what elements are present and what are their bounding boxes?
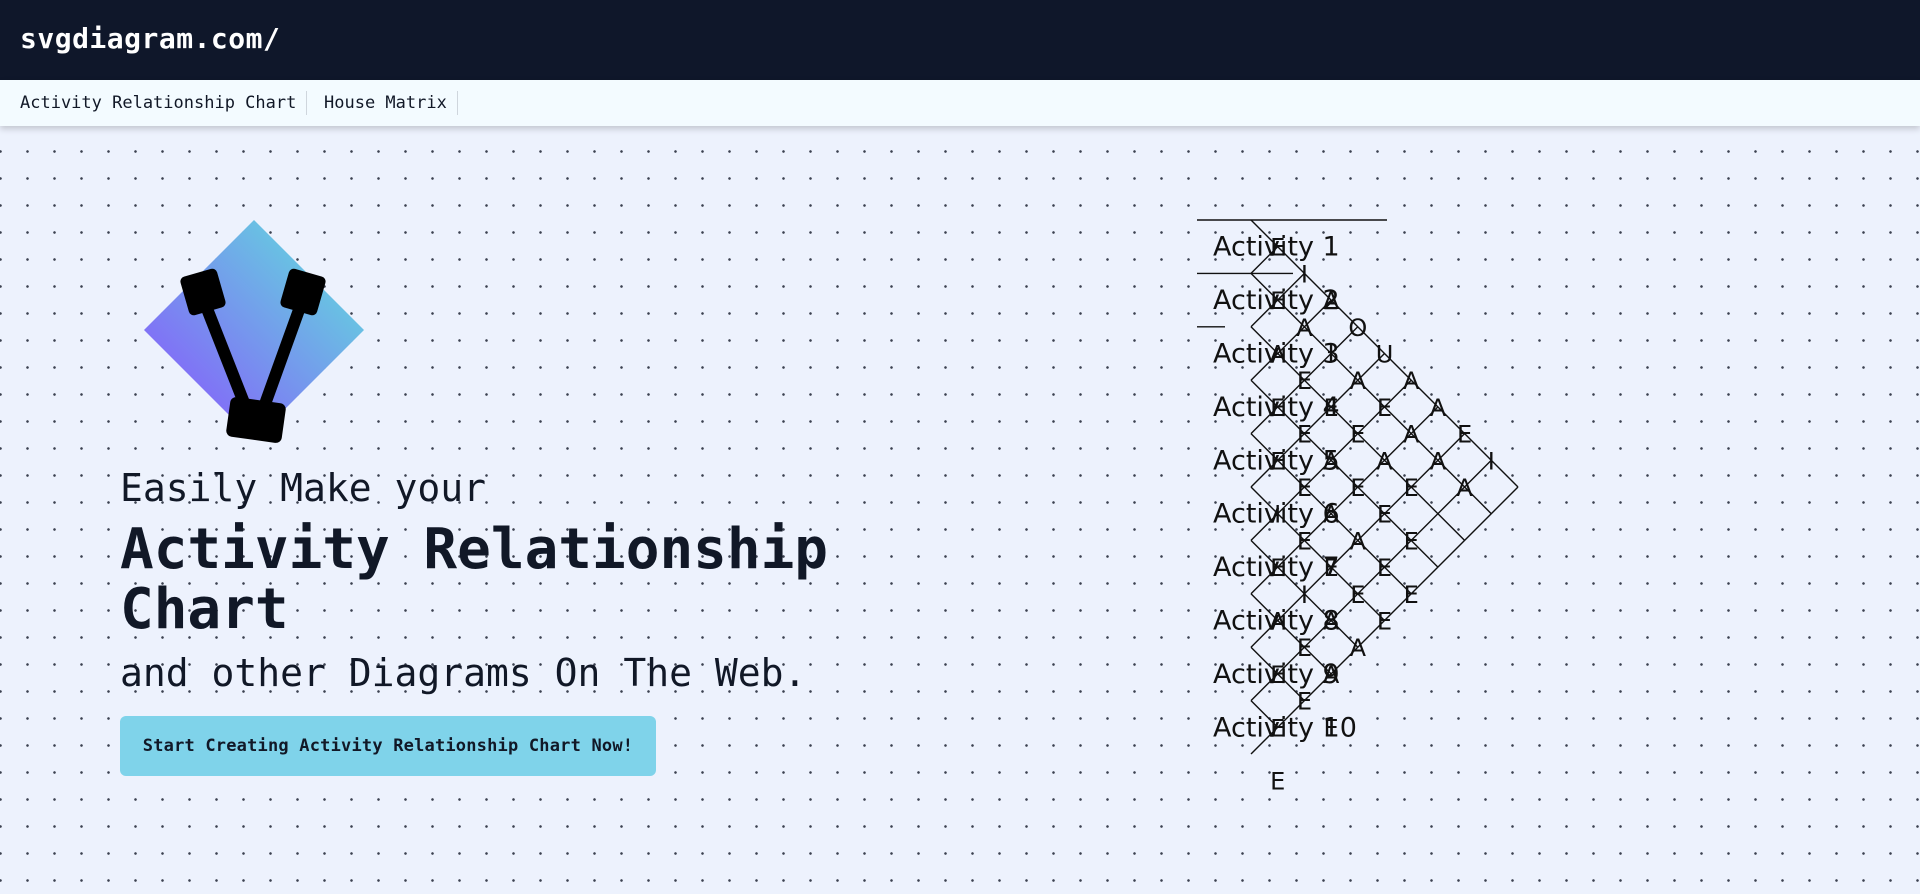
relationship-code: A <box>1403 421 1420 449</box>
relationship-code: E <box>1270 768 1285 796</box>
relationship-code: E <box>1324 554 1339 582</box>
relationship-code: E <box>1297 474 1312 502</box>
relationship-code: I <box>1328 341 1335 369</box>
relationship-code: I <box>1274 501 1281 529</box>
relationship-code: E <box>1270 554 1285 582</box>
relationship-code: A <box>1403 367 1420 395</box>
relationship-code: A <box>1430 447 1447 475</box>
relationship-code: A <box>1430 394 1447 422</box>
relationship-code: I <box>1301 581 1308 609</box>
activity-relationship-chart: Activity 1Activity 2Activity 3Activity 4… <box>1197 219 1519 796</box>
relationship-code: E <box>1270 661 1285 689</box>
relationship-code: E <box>1404 581 1419 609</box>
relationship-code: E <box>1350 421 1365 449</box>
relationship-code: E <box>1297 421 1312 449</box>
relationship-code: E <box>1297 527 1312 555</box>
relationship-code: A <box>1323 501 1340 529</box>
relationship-code: E <box>1270 714 1285 742</box>
relationship-code: E <box>1270 447 1285 475</box>
sub-navigation: Activity Relationship Chart House Matrix <box>0 80 1920 126</box>
relationship-code: A <box>1350 527 1367 555</box>
relationship-code: E <box>1324 714 1339 742</box>
relationship-code: E <box>1270 394 1285 422</box>
nav-item-house-matrix[interactable]: House Matrix <box>314 91 458 115</box>
relationship-code: E <box>1404 474 1419 502</box>
relationship-code: E <box>1377 554 1392 582</box>
relationship-code: E <box>1350 474 1365 502</box>
relationship-code: E <box>1270 234 1285 262</box>
relationship-code: A <box>1269 608 1286 636</box>
relationship-code: E <box>1404 527 1419 555</box>
relationship-code: E <box>1297 367 1312 395</box>
relationship-code: E <box>1377 394 1392 422</box>
nav-item-activity-relationship-chart[interactable]: Activity Relationship Chart <box>10 91 308 115</box>
relationship-code: U <box>1376 341 1394 369</box>
relationship-code: A <box>1350 367 1367 395</box>
relationship-code: E <box>1377 501 1392 529</box>
relationship-code: E <box>1297 634 1312 662</box>
relationship-code: A <box>1269 341 1286 369</box>
relationship-code: A <box>1350 634 1367 662</box>
relationship-code: A <box>1296 314 1313 342</box>
relationship-code: E <box>1297 688 1312 716</box>
relationship-code: I <box>1301 260 1308 288</box>
relationship-code: E <box>1350 581 1365 609</box>
relationship-code: E <box>1457 421 1472 449</box>
relationship-code: A <box>1323 447 1340 475</box>
relationship-code: O <box>1348 314 1367 342</box>
relationship-code: A <box>1323 608 1340 636</box>
relationship-code: E <box>1377 608 1392 636</box>
relationship-code: A <box>1376 447 1393 475</box>
relationship-code: A <box>1323 661 1340 689</box>
relationship-code: I <box>1488 447 1495 475</box>
relationship-code: A <box>1456 474 1473 502</box>
relationship-code: E <box>1324 394 1339 422</box>
relationship-code: E <box>1270 287 1285 315</box>
relationship-code: A <box>1323 287 1340 315</box>
